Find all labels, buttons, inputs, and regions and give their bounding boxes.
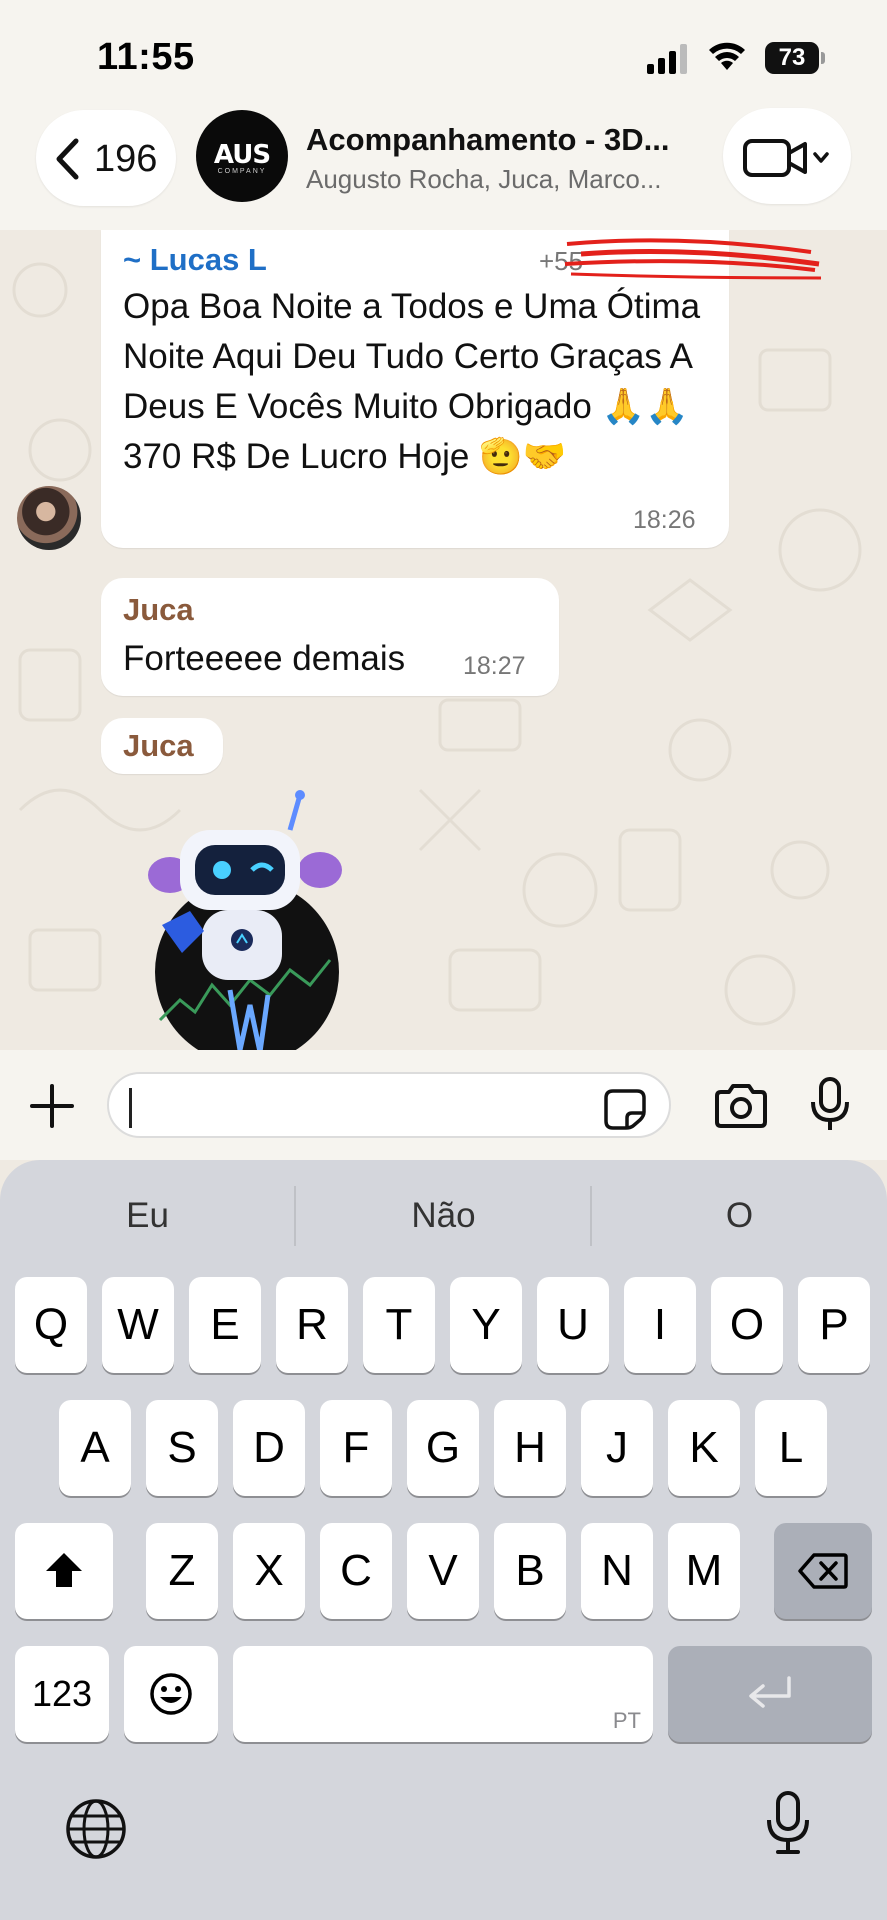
message-bubble[interactable]: ~ Lucas L +55 Opa Boa Noite a Todos e Um… (101, 230, 821, 548)
key-x[interactable]: X (233, 1523, 305, 1619)
group-logo: AUS (213, 140, 271, 170)
text-caret (129, 1088, 132, 1128)
key-v[interactable]: V (407, 1523, 479, 1619)
composer-bar (0, 1050, 887, 1160)
video-call-button[interactable] (723, 108, 851, 204)
dictation-mic-icon[interactable] (765, 1790, 811, 1856)
suggestion-2[interactable]: Não (296, 1160, 591, 1272)
on-screen-keyboard: Eu Não O Q W E R T Y U I O P A S D F G H… (0, 1160, 887, 1920)
battery-level: 73 (765, 42, 819, 74)
globe-icon[interactable] (65, 1798, 127, 1860)
language-hint: PT (612, 1708, 641, 1733)
key-m[interactable]: M (668, 1523, 740, 1619)
sender-avatar[interactable] (17, 486, 81, 550)
message-text: Opa Boa Noite a Todos e Uma Ótima Noite … (123, 287, 701, 476)
chat-area[interactable]: ~ Lucas L +55 Opa Boa Noite a Todos e Um… (0, 230, 887, 1050)
message-bubble[interactable]: Juca Forteeeee demais 18:27 (101, 578, 559, 696)
unread-count: 196 (94, 138, 158, 180)
key-b[interactable]: B (494, 1523, 566, 1619)
back-button[interactable]: 196 (36, 110, 176, 206)
key-f[interactable]: F (320, 1400, 392, 1496)
key-n[interactable]: N (581, 1523, 653, 1619)
key-y[interactable]: Y (450, 1277, 522, 1373)
sender-name[interactable]: Juca (123, 592, 194, 628)
video-camera-icon (743, 139, 829, 177)
shift-key[interactable] (15, 1523, 113, 1619)
backspace-icon (798, 1553, 848, 1589)
group-avatar[interactable]: AUS COMPANY (196, 110, 288, 202)
microphone-icon[interactable] (810, 1076, 850, 1132)
key-u[interactable]: U (537, 1277, 609, 1373)
message-time: 18:26 (633, 506, 696, 534)
robot-sticker[interactable] (140, 790, 360, 1050)
sender-name[interactable]: ~ Lucas L (123, 242, 267, 278)
key-l[interactable]: L (755, 1400, 827, 1496)
key-q[interactable]: Q (15, 1277, 87, 1373)
group-members[interactable]: Augusto Rocha, Juca, Marco... (306, 164, 706, 195)
camera-icon[interactable] (713, 1084, 769, 1128)
message-text: Forteeeee demais (123, 639, 406, 678)
space-bar[interactable]: PT (233, 1646, 653, 1742)
sender-name[interactable]: Juca (123, 728, 194, 764)
sticker-icon[interactable] (603, 1088, 647, 1130)
shift-icon (46, 1553, 82, 1587)
key-i[interactable]: I (624, 1277, 696, 1373)
key-s[interactable]: S (146, 1400, 218, 1496)
key-z[interactable]: Z (146, 1523, 218, 1619)
emoji-icon (150, 1673, 192, 1715)
key-g[interactable]: G (407, 1400, 479, 1496)
key-r[interactable]: R (276, 1277, 348, 1373)
group-title[interactable]: Acompanhamento - 3D... (306, 122, 706, 158)
group-logo-sub: COMPANY (217, 168, 267, 175)
message-time: 18:27 (463, 652, 526, 680)
chat-header: 196 AUS COMPANY Acompanhamento - 3D... A… (0, 100, 887, 230)
emoji-key[interactable] (124, 1646, 218, 1742)
key-p[interactable]: P (798, 1277, 870, 1373)
numbers-key[interactable]: 123 (15, 1646, 109, 1742)
key-t[interactable]: T (363, 1277, 435, 1373)
key-k[interactable]: K (668, 1400, 740, 1496)
cellular-signal-icon (647, 44, 687, 74)
message-input[interactable] (107, 1072, 671, 1138)
key-c[interactable]: C (320, 1523, 392, 1619)
return-icon (749, 1676, 791, 1708)
battery-icon: 73 (765, 42, 825, 74)
key-w[interactable]: W (102, 1277, 174, 1373)
redaction-scribble (564, 238, 821, 280)
chevron-down-icon (813, 152, 829, 163)
suggestion-1[interactable]: Eu (0, 1160, 295, 1272)
key-d[interactable]: D (233, 1400, 305, 1496)
backspace-key[interactable] (774, 1523, 872, 1619)
chevron-left-icon (56, 138, 79, 180)
plus-icon[interactable] (28, 1082, 76, 1130)
suggestion-3[interactable]: O (592, 1160, 887, 1272)
key-o[interactable]: O (711, 1277, 783, 1373)
key-e[interactable]: E (189, 1277, 261, 1373)
status-bar: 11:55 73 (0, 0, 887, 110)
key-a[interactable]: A (59, 1400, 131, 1496)
key-j[interactable]: J (581, 1400, 653, 1496)
clock: 11:55 (97, 36, 195, 78)
key-h[interactable]: H (494, 1400, 566, 1496)
wifi-icon (709, 42, 745, 70)
return-key[interactable] (668, 1646, 872, 1742)
message-bubble[interactable]: Juca (101, 718, 223, 774)
